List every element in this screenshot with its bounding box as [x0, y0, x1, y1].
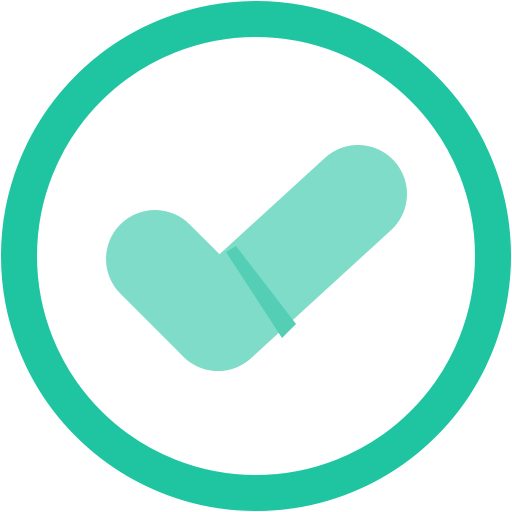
check-circle-icon-wrapper	[0, 0, 512, 512]
check-short-arm	[106, 210, 267, 371]
check-circle-icon	[1, 1, 511, 511]
